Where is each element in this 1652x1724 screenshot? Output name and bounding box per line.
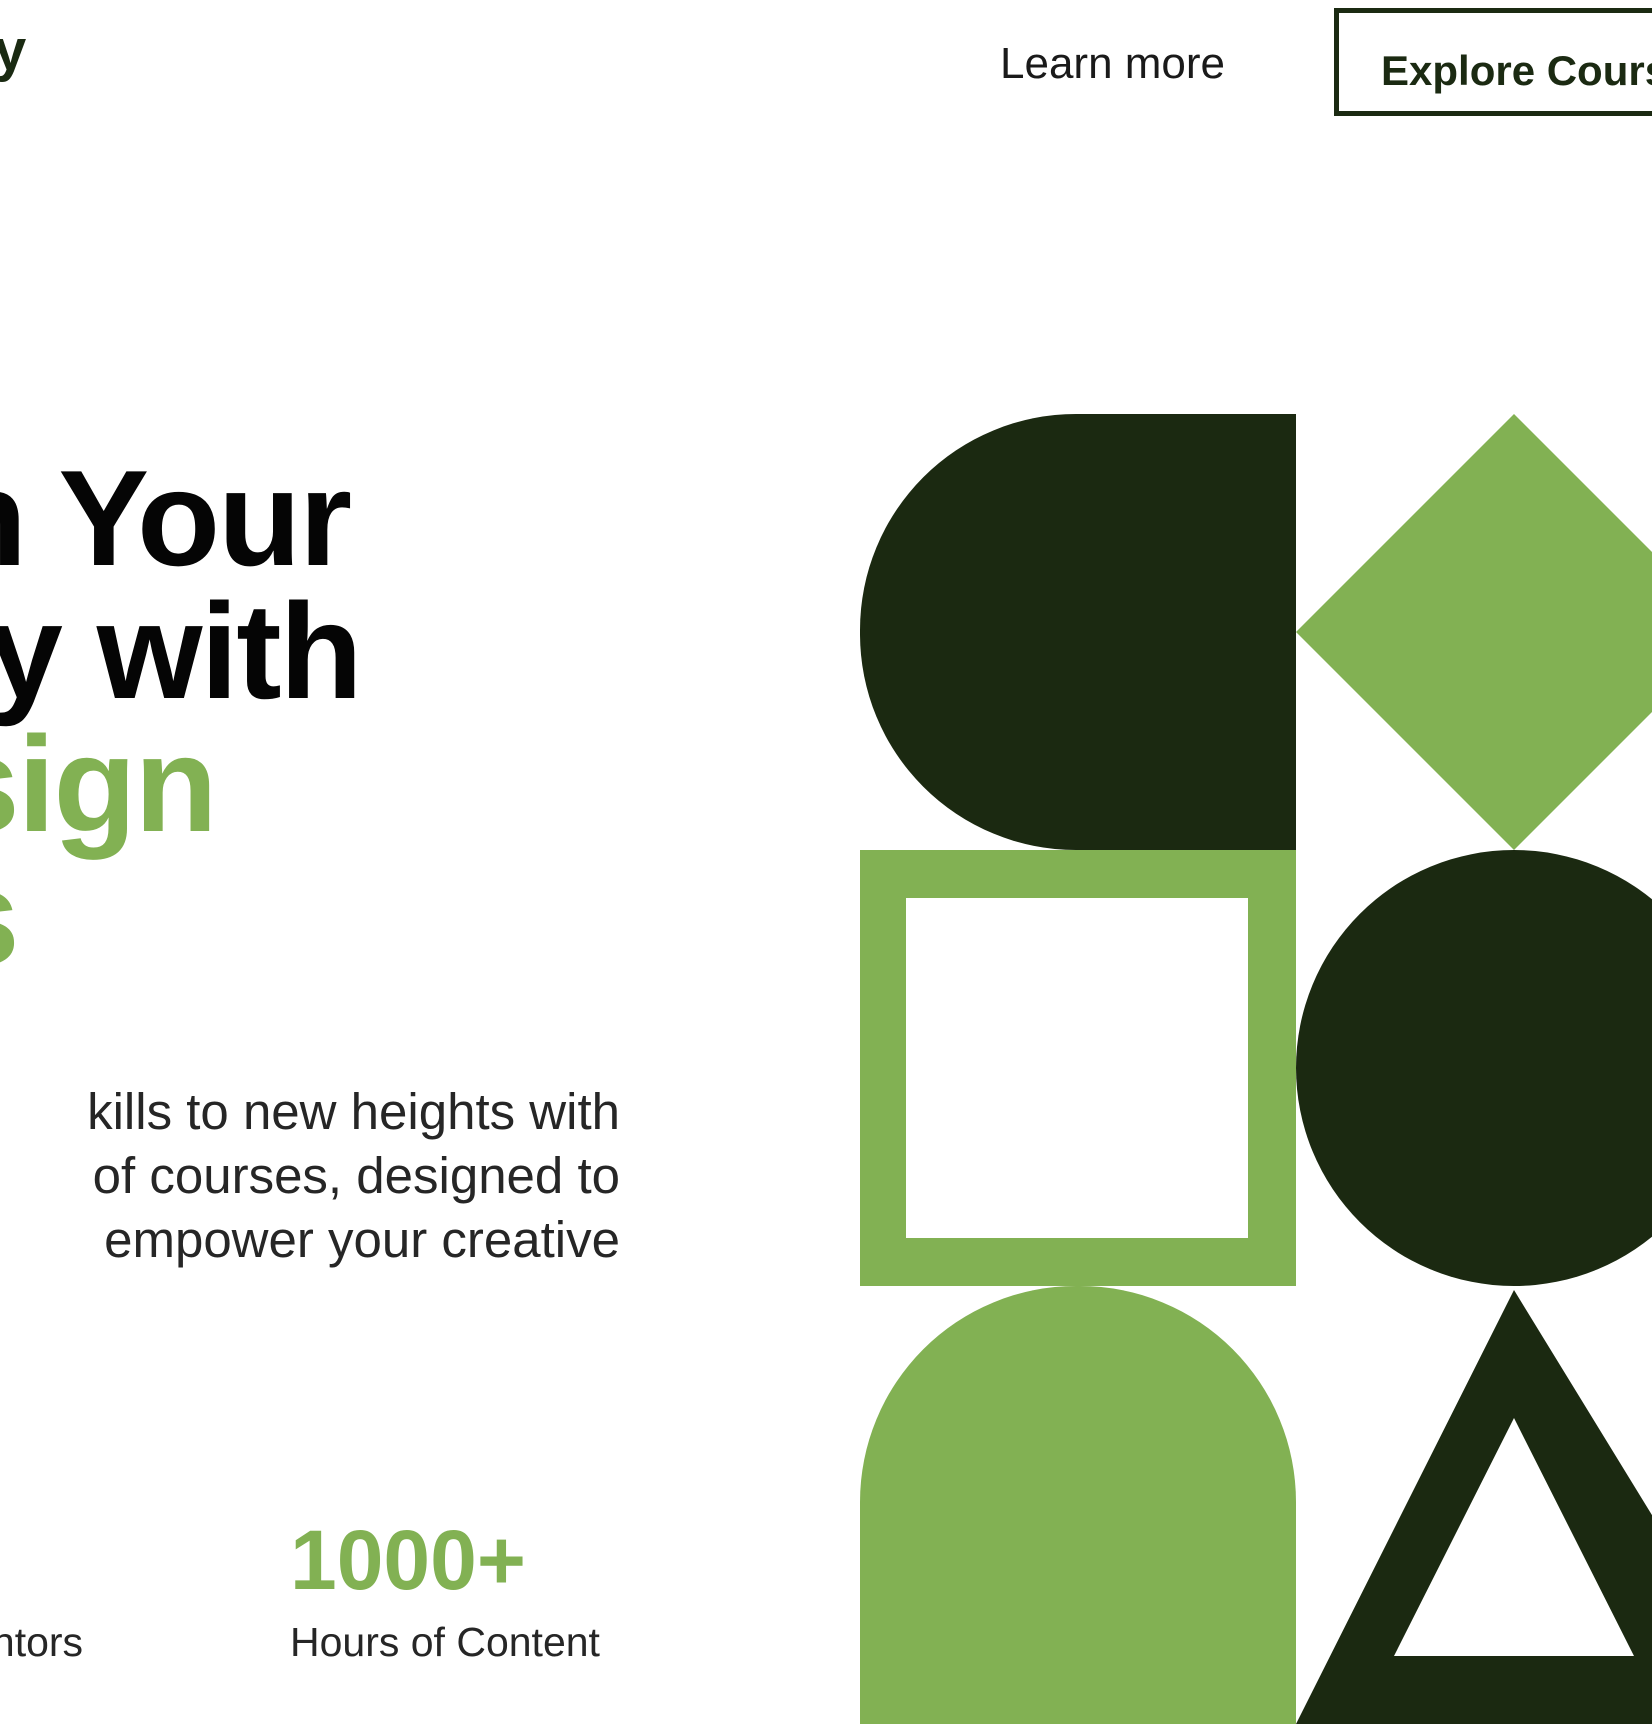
geometric-illustration (860, 414, 1652, 1724)
square-outline-shape (860, 850, 1296, 1286)
rounded-half-shape (860, 414, 1296, 850)
triangle-outline-shape (1296, 1290, 1652, 1724)
diamond-shape (1296, 414, 1652, 850)
rounded-top-shape (860, 1286, 1296, 1724)
circle-shape (1296, 850, 1652, 1286)
